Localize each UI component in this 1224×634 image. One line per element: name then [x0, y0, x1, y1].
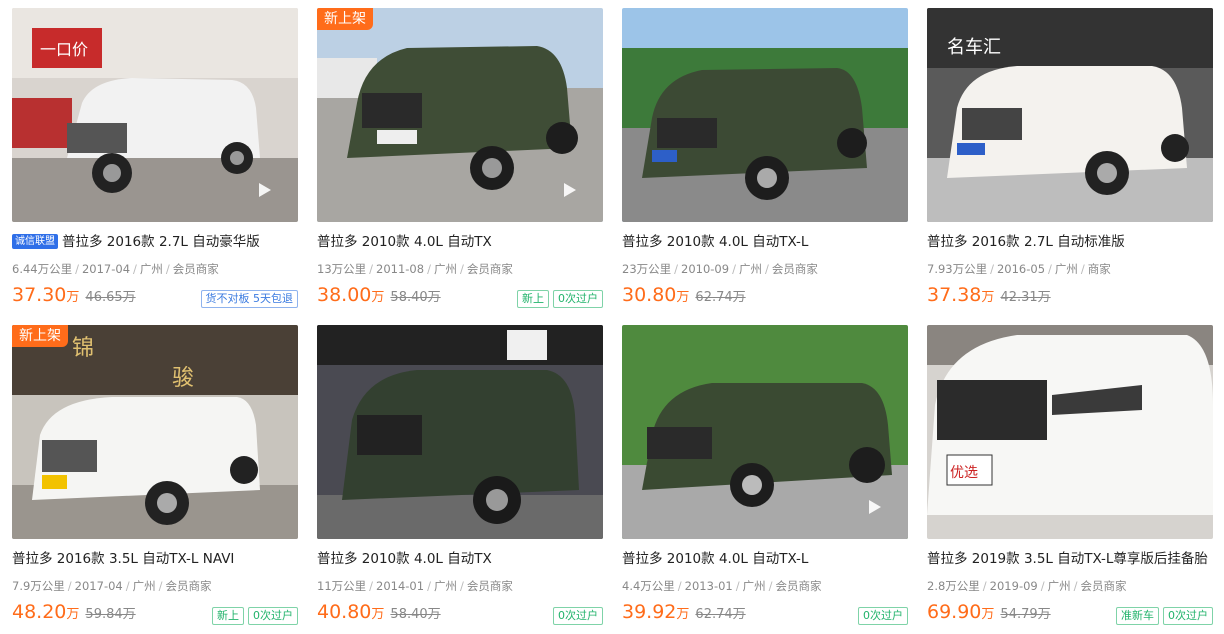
car-meta: 11万公里/2014-01/广州 / 会员商家 — [317, 579, 513, 593]
car-title[interactable]: 普拉多 2010款 4.0L 自动TX — [317, 232, 603, 252]
svg-text:锦: 锦 — [72, 336, 94, 361]
original-price: 59.84万 — [85, 607, 136, 622]
svg-text:优选: 优选 — [950, 465, 978, 481]
car-meta: 6.44万公里/2017-04/广州 / 会员商家 — [12, 262, 219, 276]
tag: 0次过户 — [858, 607, 908, 625]
tag: 0次过户 — [553, 290, 603, 308]
car-photo[interactable] — [622, 8, 908, 222]
original-price: 58.40万 — [390, 290, 441, 305]
white-suv-image: 优选 — [927, 325, 1213, 539]
car-card[interactable]: 普拉多 2010款 4.0L 自动TX-L 4.4万公里/2013-01/广州 /… — [622, 325, 908, 625]
car-price: 39.92万 62.74万 — [622, 601, 746, 623]
tag: 新上 — [517, 290, 549, 308]
car-meta: 23万公里/2010-09/广州 / 会员商家 — [622, 262, 818, 276]
car-photo[interactable]: 名车汇 — [927, 8, 1213, 222]
car-title[interactable]: 普拉多 2010款 4.0L 自动TX-L — [622, 549, 908, 569]
car-photo[interactable]: 一口价 — [12, 8, 298, 222]
tag-list: 准新车 0次过户 — [1112, 604, 1213, 625]
car-card[interactable]: 锦 骏 新上架 普拉多 2016款 3.5L 自动TX-L NAVI 7.9万公… — [12, 325, 298, 625]
tag: 0次过户 — [1163, 607, 1213, 625]
car-meta: 7.9万公里/2017-04/广州 / 会员商家 — [12, 579, 212, 593]
car-title[interactable]: 普拉多 2019款 3.5L 自动TX-L尊享版后挂备胎 — [927, 549, 1213, 569]
car-photo[interactable] — [317, 325, 603, 539]
original-price: 62.74万 — [695, 607, 746, 622]
car-price: 30.80万 62.74万 — [622, 284, 746, 306]
new-listing-badge: 新上架 — [317, 8, 373, 30]
car-title[interactable]: 普拉多 2016款 2.7L 自动标准版 — [927, 232, 1213, 252]
car-price: 37.38万 42.31万 — [927, 284, 1051, 306]
car-price: 38.00万 58.40万 — [317, 284, 441, 306]
car-title[interactable]: 普拉多 2010款 4.0L 自动TX — [317, 549, 603, 569]
original-price: 46.65万 — [85, 290, 136, 305]
car-title[interactable]: 普拉多 2016款 3.5L 自动TX-L NAVI — [12, 549, 298, 569]
white-suv-image: 锦 骏 — [12, 325, 298, 539]
car-photo[interactable]: 新上架 — [317, 8, 603, 222]
tag-list: 货不对板 5天包退 — [197, 287, 298, 308]
car-meta: 13万公里/2011-08/广州 / 会员商家 — [317, 262, 513, 276]
car-photo[interactable]: 锦 骏 新上架 — [12, 325, 298, 539]
car-meta: 7.93万公里/2016-05/广州 / 商家 — [927, 262, 1111, 276]
tag-list: 新上 0次过户 — [208, 604, 298, 625]
original-price: 54.79万 — [1000, 607, 1051, 622]
car-meta: 2.8万公里/2019-09/广州 / 会员商家 — [927, 579, 1127, 593]
new-listing-badge: 新上架 — [12, 325, 68, 347]
car-photo[interactable]: 优选 — [927, 325, 1213, 539]
tag-list: 0次过户 — [549, 604, 603, 625]
play-icon[interactable] — [559, 180, 579, 200]
car-card[interactable]: 普拉多 2010款 4.0L 自动TX 11万公里/2014-01/广州 / 会员商… — [317, 325, 603, 625]
tag: 0次过户 — [553, 607, 603, 625]
green-suv-image — [317, 325, 603, 539]
original-price: 58.40万 — [390, 607, 441, 622]
car-photo[interactable] — [622, 325, 908, 539]
white-suv-image: 名车汇 — [927, 8, 1213, 222]
svg-text:一口价: 一口价 — [40, 40, 88, 59]
car-title[interactable]: 普拉多 2010款 4.0L 自动TX-L — [622, 232, 908, 252]
play-icon[interactable] — [254, 180, 274, 200]
svg-text:名车汇: 名车汇 — [947, 37, 1001, 58]
tag: 新上 — [212, 607, 244, 625]
car-card[interactable]: 一口价 诚信联盟 普拉多 2016款 2.7L 自动豪华版 6.44万公里/201… — [12, 8, 298, 308]
car-card[interactable]: 名车汇 普拉多 2016款 2.7L 自动标准版 7.93万公里/2016-05… — [927, 8, 1213, 306]
svg-text:骏: 骏 — [172, 366, 194, 391]
original-price: 62.74万 — [695, 290, 746, 305]
tag-list: 新上 0次过户 — [513, 287, 603, 308]
car-price: 48.20万 59.84万 — [12, 601, 136, 623]
tag-list: 0次过户 — [854, 604, 908, 625]
play-icon[interactable] — [864, 497, 884, 517]
car-card[interactable]: 普拉多 2010款 4.0L 自动TX-L 23万公里/2010-09/广州 / 会… — [622, 8, 908, 306]
cert-badge: 诚信联盟 — [12, 234, 58, 249]
car-title[interactable]: 诚信联盟 普拉多 2016款 2.7L 自动豪华版 — [12, 232, 298, 252]
car-meta: 4.4万公里/2013-01/广州 / 会员商家 — [622, 579, 822, 593]
car-card[interactable]: 优选 普拉多 2019款 3.5L 自动TX-L尊享版后挂备胎 2.8万公里/2… — [927, 325, 1213, 625]
tag: 0次过户 — [248, 607, 298, 625]
original-price: 42.31万 — [1000, 290, 1051, 305]
car-price: 37.30万 46.65万 — [12, 284, 136, 306]
car-card[interactable]: 新上架 普拉多 2010款 4.0L 自动TX 13万公里/2011-08/广州… — [317, 8, 603, 308]
car-price: 40.80万 58.40万 — [317, 601, 441, 623]
tag: 货不对板 5天包退 — [200, 290, 298, 308]
car-price: 69.90万 54.79万 — [927, 601, 1051, 623]
green-suv-image — [622, 8, 908, 222]
tag: 准新车 — [1116, 607, 1159, 625]
